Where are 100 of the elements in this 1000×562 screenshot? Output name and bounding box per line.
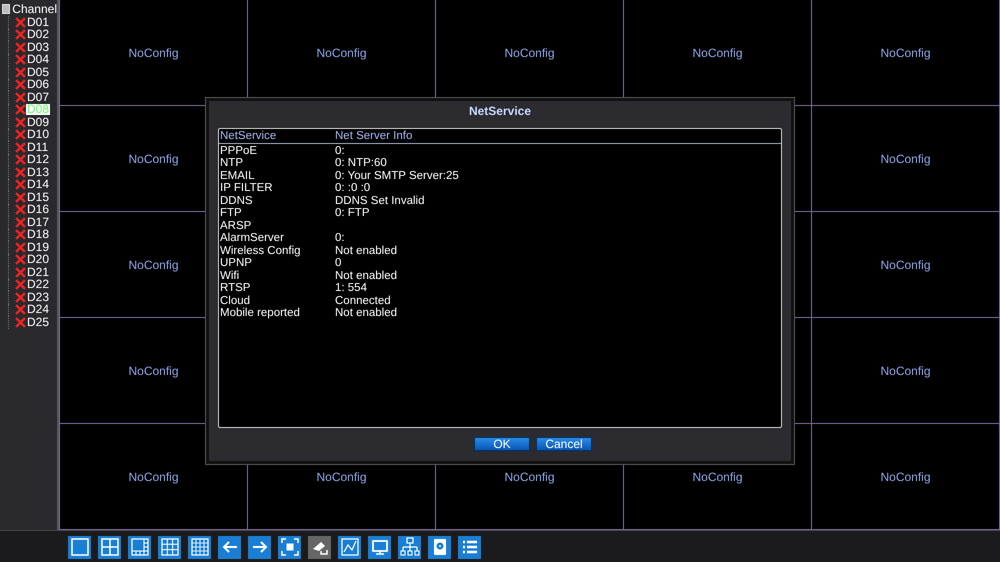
error-x-icon — [15, 292, 26, 303]
channel-item[interactable]: D10 — [26, 129, 50, 140]
channel-item[interactable]: D04 — [26, 54, 50, 66]
video-tile[interactable]: NoConfig — [812, 212, 1000, 318]
error-x-icon — [15, 279, 26, 290]
channel-item[interactable]: D22 — [26, 279, 50, 290]
channel-status: NoConfig — [880, 152, 931, 166]
channel-item[interactable]: D13 — [26, 166, 50, 178]
table-cell-text: 0: FTP — [335, 207, 371, 220]
column-header: Net Server Info — [335, 130, 414, 142]
channel-status: NoConfig — [128, 470, 179, 484]
channel-status: NoConfig — [880, 46, 931, 60]
error-x-icon — [15, 216, 26, 228]
toolbar-button[interactable] — [398, 536, 421, 558]
error-x-icon — [15, 254, 26, 266]
error-x-icon — [15, 116, 26, 128]
channel-item[interactable]: D25 — [26, 316, 50, 328]
dialog-button[interactable]: Cancel — [536, 437, 592, 451]
table-cell-text: Not enabled — [335, 270, 398, 282]
channel-status: NoConfig — [128, 364, 179, 378]
table-cell-text: 1: 554 — [335, 282, 368, 294]
video-tile[interactable]: NoConfig — [812, 106, 1000, 212]
channel-status: NoConfig — [316, 46, 367, 60]
channel-status: NoConfig — [128, 152, 179, 166]
table-cell-text: 0: :0 :0 — [335, 182, 372, 194]
video-tile[interactable]: NoConfig — [812, 318, 1000, 424]
toolbar-button[interactable] — [158, 536, 181, 558]
channel-status: NoConfig — [504, 470, 555, 484]
error-x-icon — [15, 104, 26, 116]
table-cell-text: 0 — [335, 257, 342, 270]
channel-item[interactable]: D05 — [26, 66, 50, 78]
channel-status: NoConfig — [692, 46, 743, 60]
toolbar-button[interactable] — [278, 536, 301, 558]
error-x-icon — [15, 204, 26, 216]
channel-item[interactable]: D11 — [26, 142, 50, 153]
toolbar-button[interactable] — [218, 536, 241, 558]
channel-status: NoConfig — [880, 364, 931, 378]
error-x-icon — [15, 129, 26, 140]
chart-icon — [338, 536, 360, 558]
error-x-icon — [15, 29, 26, 40]
error-x-icon — [15, 304, 26, 316]
error-x-icon — [15, 154, 26, 166]
table-cell-text: 0: — [335, 232, 346, 244]
collapse-icon[interactable] — [2, 4, 10, 14]
channel-item[interactable]: D17 — [26, 216, 50, 228]
toolbar-button[interactable] — [428, 536, 451, 558]
channel-item[interactable]: D12 — [26, 154, 50, 166]
error-x-icon — [15, 229, 26, 240]
channel-status: NoConfig — [316, 470, 367, 484]
channel-item[interactable]: D18 — [26, 229, 50, 240]
error-x-icon — [15, 54, 26, 66]
eight-view-icon — [128, 536, 150, 558]
error-x-icon — [15, 16, 26, 28]
channel-item[interactable]: D03 — [26, 42, 50, 53]
table-cell-text: Not enabled — [335, 244, 398, 257]
error-x-icon — [15, 142, 26, 153]
channel-item[interactable]: D21 — [26, 266, 50, 278]
channel-item[interactable]: D01 — [26, 16, 50, 28]
toolbar-button[interactable] — [248, 536, 271, 558]
dialog-button[interactable]: OK — [474, 437, 530, 451]
table-cell-text: DDNS Set Invalid — [335, 194, 426, 207]
network-icon — [398, 536, 420, 558]
toolbar-button[interactable] — [368, 536, 391, 558]
video-tile[interactable]: NoConfig — [812, 0, 1000, 106]
channel-item[interactable]: D23 — [26, 292, 50, 303]
channel-item[interactable]: D24 — [26, 304, 50, 316]
single-view-icon — [68, 536, 90, 558]
table-cell-text: 0: Your SMTP Server:25 — [335, 170, 460, 182]
toolbar-button[interactable] — [338, 536, 361, 558]
channel-status: NoConfig — [128, 46, 179, 60]
toolbar-button[interactable] — [98, 536, 121, 558]
channel-status: NoConfig — [692, 470, 743, 484]
toolbar-button[interactable] — [128, 536, 151, 558]
channel-item[interactable]: D02 — [26, 29, 50, 40]
toolbar-button[interactable] — [188, 536, 211, 558]
error-x-icon — [15, 42, 26, 53]
channel-status: NoConfig — [880, 258, 931, 272]
channel-item[interactable]: D06 — [26, 79, 50, 90]
toolbar-button[interactable] — [68, 536, 91, 558]
error-x-icon — [15, 242, 26, 253]
channel-item[interactable]: D20 — [26, 254, 50, 266]
channel-status: NoConfig — [504, 46, 555, 60]
channel-item[interactable]: D14 — [26, 179, 50, 190]
channel-item[interactable]: D15 — [26, 192, 50, 203]
toolbar-button[interactable] — [458, 536, 481, 558]
channel-item[interactable]: D09 — [26, 116, 50, 128]
error-x-icon — [15, 92, 26, 103]
error-x-icon — [15, 192, 26, 203]
error-x-icon — [15, 166, 26, 178]
error-x-icon — [15, 66, 26, 78]
sixteen-view-icon — [188, 536, 210, 558]
table-cell-text: Wifi — [220, 270, 240, 282]
channel-item[interactable]: D07 — [26, 92, 50, 103]
channel-status: NoConfig — [880, 470, 931, 484]
channel-item[interactable]: D19 — [26, 242, 50, 253]
table-cell-text: Connected — [335, 294, 392, 307]
quad-view-icon — [98, 536, 120, 558]
table-cell-text: 0: — [335, 144, 346, 157]
channel-item[interactable]: D16 — [26, 204, 50, 216]
table-cell-text: Not enabled — [335, 307, 398, 320]
